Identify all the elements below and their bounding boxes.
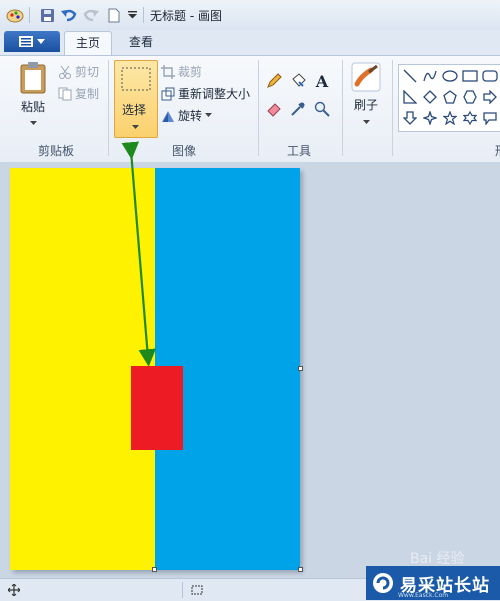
resize-button[interactable]: 重新调整大小 [161,85,250,102]
resize-label: 重新调整大小 [178,87,251,101]
red-rectangle[interactable] [131,366,183,450]
paste-label: 粘贴 [20,100,45,114]
save-icon[interactable] [38,6,56,24]
magnifier-icon[interactable] [312,99,332,119]
crop-icon [161,64,175,79]
callout-shape-icon[interactable] [481,109,499,127]
tools-group-label: 工具 [287,144,312,158]
text-tool-icon[interactable]: A [312,71,332,91]
shapes-group-label: 形 [495,142,500,159]
five-point-star-shape-icon[interactable] [441,109,459,127]
diamond-shape-icon[interactable] [421,88,439,106]
select-button[interactable]: 选择 [114,60,158,138]
window-title: 无标题 - 画图 [150,9,222,23]
baidu-watermark: Bai 经验 [410,551,465,567]
group-divider [258,60,259,156]
new-file-icon[interactable] [106,6,122,24]
rotate-icon [162,110,174,122]
resize-handle-bottom[interactable] [152,567,157,572]
clipboard-icon [20,62,46,94]
ribbon-tab-row: 主页 查看 [0,30,500,56]
undo-icon[interactable] [60,6,78,24]
watermark-url: Www.Easck.Com [398,592,449,599]
shapes-gallery [398,64,500,132]
crop-label: 裁剪 [178,65,203,79]
copy-label: 复制 [75,87,100,101]
down-arrow-shape-icon[interactable] [401,109,419,127]
resize-handle-right[interactable] [298,366,303,371]
chevron-down-icon [205,113,213,117]
scissors-icon [59,65,71,79]
pentagon-shape-icon[interactable] [441,88,459,106]
tab-home[interactable]: 主页 [64,31,112,56]
group-divider [342,60,343,156]
eraser-icon[interactable] [264,99,284,119]
rectangle-shape-icon[interactable] [461,67,479,85]
fill-bucket-icon[interactable] [288,71,308,91]
divider [143,7,144,23]
resize-icon [161,87,175,100]
site-logo-icon [373,573,393,593]
cursor-position-icon [8,584,20,596]
title-bar: 无标题 - 画图 [0,0,500,30]
right-triangle-shape-icon[interactable] [401,88,419,106]
customize-toolbar-arrow-icon[interactable] [126,6,138,24]
tab-view[interactable]: 查看 [118,31,164,55]
pencil-icon[interactable] [264,71,284,91]
chevron-down-icon [37,38,45,44]
divider [29,7,30,23]
brushes-button[interactable]: 刷子 [348,62,384,125]
oval-shape-icon[interactable] [441,67,459,85]
line-shape-icon[interactable] [401,67,419,85]
menu-icon [19,36,33,47]
four-point-star-shape-icon[interactable] [421,109,439,127]
chevron-down-icon [29,121,37,125]
rounded-rectangle-shape-icon[interactable] [481,67,499,85]
cut-button[interactable]: 剪切 [58,63,99,80]
chevron-down-icon [132,125,139,129]
image-group-label: 图像 [172,144,197,158]
ribbon: 粘贴 剪切 复制 剪贴板 选择 裁剪 重新调整大小 旋转 图像 A 工具 刷子 [0,55,500,163]
paint-menu-button[interactable] [4,31,60,52]
site-watermark: 易采站长站 Www.Easck.Com [366,566,500,600]
redo-icon[interactable] [82,6,100,24]
brush-icon [351,62,381,92]
paste-button[interactable]: 粘贴 [14,62,52,126]
chevron-down-icon [362,120,370,124]
select-label: 选择 [122,103,147,117]
copy-icon [58,87,72,100]
clipboard-group-label: 剪贴板 [38,144,75,158]
hexagon-shape-icon[interactable] [461,88,479,106]
curve-shape-icon[interactable] [421,67,439,85]
brushes-label: 刷子 [353,98,378,112]
resize-handle-corner[interactable] [298,567,303,572]
group-divider [108,60,109,156]
selection-size-icon [191,585,203,595]
six-point-star-shape-icon[interactable] [461,109,479,127]
copy-button[interactable]: 复制 [58,85,99,102]
right-arrow-shape-icon[interactable] [481,88,499,106]
canvas-area[interactable] [0,162,500,578]
rotate-button[interactable]: 旋转 [161,107,213,124]
crop-button[interactable]: 裁剪 [161,63,202,80]
selection-rectangle-icon [121,67,151,91]
divider [182,582,183,598]
color-picker-icon[interactable] [288,99,308,119]
group-divider [392,60,393,156]
cut-label: 剪切 [75,65,100,79]
rotate-label: 旋转 [178,109,203,123]
paint-app-icon[interactable] [6,6,24,24]
drawing-canvas[interactable] [10,168,300,570]
